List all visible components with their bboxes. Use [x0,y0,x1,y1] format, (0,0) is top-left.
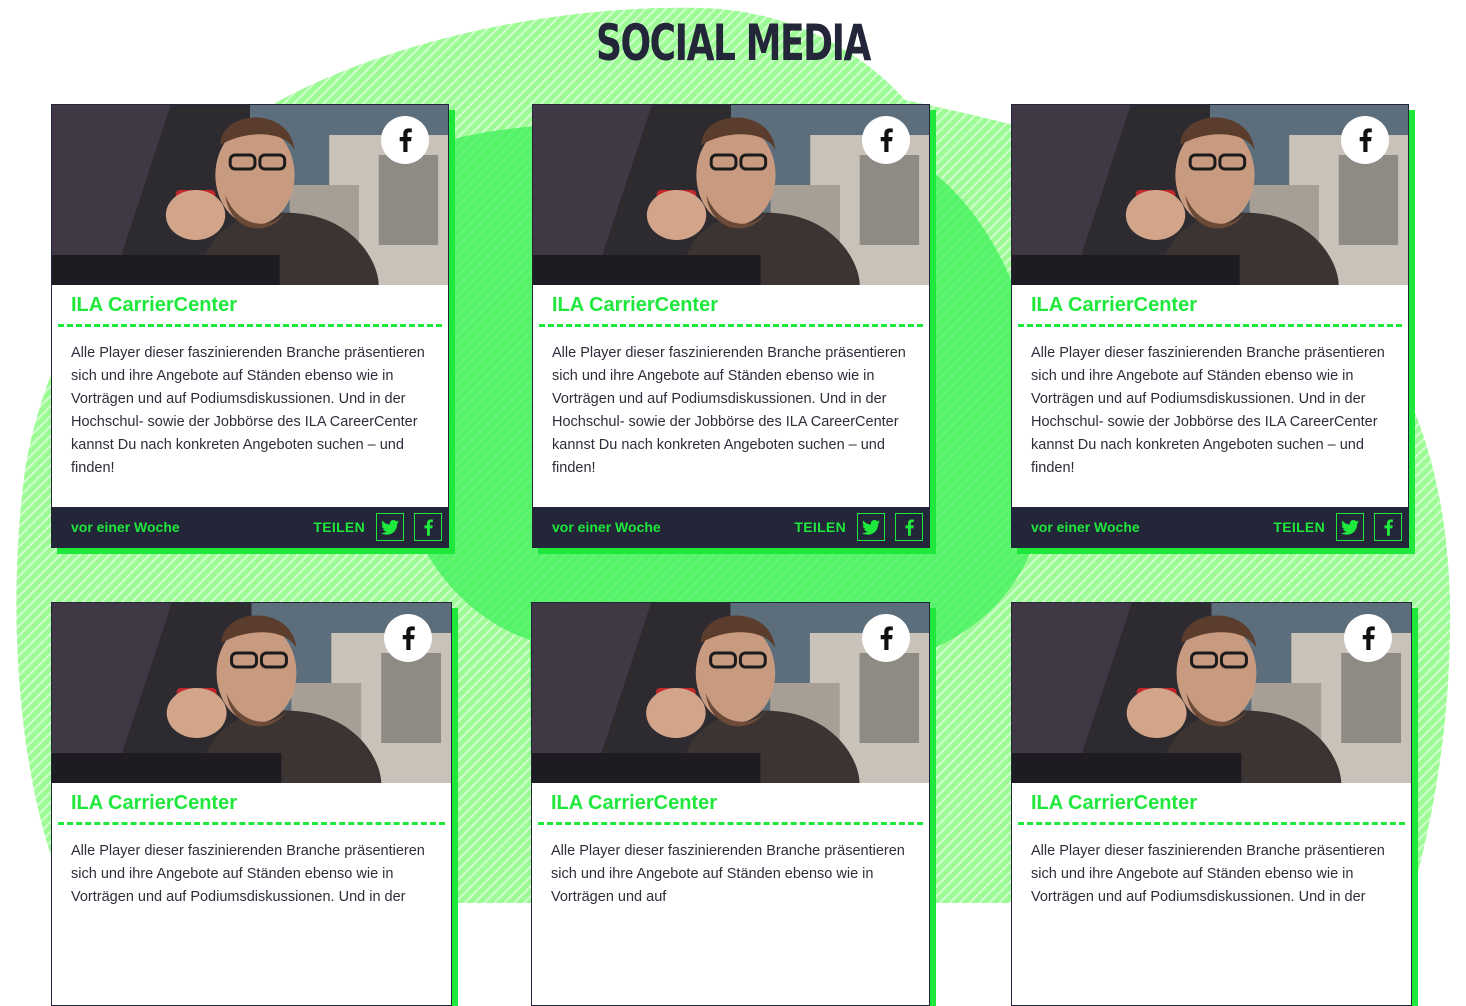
post-title: ILA CarrierCenter [71,294,237,316]
share-facebook-button[interactable] [414,513,442,541]
facebook-icon [399,128,412,152]
social-post-card[interactable]: ILA CarrierCenter Alle Player dieser fas… [1011,602,1412,1006]
facebook-icon [1383,518,1393,536]
post-title: ILA CarrierCenter [1031,294,1197,316]
facebook-icon [423,518,433,536]
social-post-card[interactable]: ILA CarrierCenter Alle Player dieser fas… [51,104,449,548]
share-label: TEILEN [1273,519,1325,535]
share-twitter-button[interactable] [1336,513,1364,541]
share-facebook-button[interactable] [895,513,923,541]
post-footer: vor einer Woche TEILEN [52,507,448,547]
post-footer: vor einer Woche TEILEN [1012,507,1408,547]
facebook-badge[interactable] [384,614,432,662]
post-text: Alle Player dieser faszinierenden Branch… [1031,843,1385,905]
facebook-icon [402,626,415,650]
post-photo [52,603,451,783]
facebook-badge[interactable] [1341,116,1389,164]
share-facebook-button[interactable] [1374,513,1402,541]
post-text: Alle Player dieser faszinierenden Branch… [551,843,905,905]
share-twitter-button[interactable] [857,513,885,541]
post-photo [52,105,448,285]
post-date: vor einer Woche [552,519,661,535]
facebook-badge[interactable] [381,116,429,164]
share-label: TEILEN [794,519,846,535]
social-post-card[interactable]: ILA CarrierCenter Alle Player dieser fas… [532,104,930,548]
twitter-icon [381,519,399,535]
share-label: TEILEN [313,519,365,535]
facebook-icon [904,518,914,536]
post-photo [533,105,929,285]
facebook-icon [880,626,893,650]
social-post-card[interactable]: ILA CarrierCenter Alle Player dieser fas… [1011,104,1409,548]
share-twitter-button[interactable] [376,513,404,541]
post-photo [1012,105,1408,285]
post-photo [1012,603,1411,783]
post-text: Alle Player dieser faszinierenden Branch… [71,843,425,905]
facebook-icon [880,128,893,152]
post-title: ILA CarrierCenter [71,792,237,814]
facebook-badge[interactable] [862,116,910,164]
post-title: ILA CarrierCenter [551,792,717,814]
post-text: Alle Player dieser faszinierenden Branch… [71,345,425,476]
post-title: ILA CarrierCenter [552,294,718,316]
post-title: ILA CarrierCenter [1031,792,1197,814]
section-title: Social Media [596,14,871,72]
facebook-icon [1362,626,1375,650]
twitter-icon [1341,519,1359,535]
post-text: Alle Player dieser faszinierenden Branch… [1031,345,1385,476]
facebook-badge[interactable] [862,614,910,662]
post-date: vor einer Woche [71,519,180,535]
facebook-icon [1359,128,1372,152]
twitter-icon [862,519,880,535]
post-date: vor einer Woche [1031,519,1140,535]
facebook-badge[interactable] [1344,614,1392,662]
social-post-card[interactable]: ILA CarrierCenter Alle Player dieser fas… [51,602,452,1006]
social-post-card[interactable]: ILA CarrierCenter Alle Player dieser fas… [531,602,930,1006]
post-footer: vor einer Woche TEILEN [533,507,929,547]
post-photo [532,603,929,783]
post-text: Alle Player dieser faszinierenden Branch… [552,345,906,476]
